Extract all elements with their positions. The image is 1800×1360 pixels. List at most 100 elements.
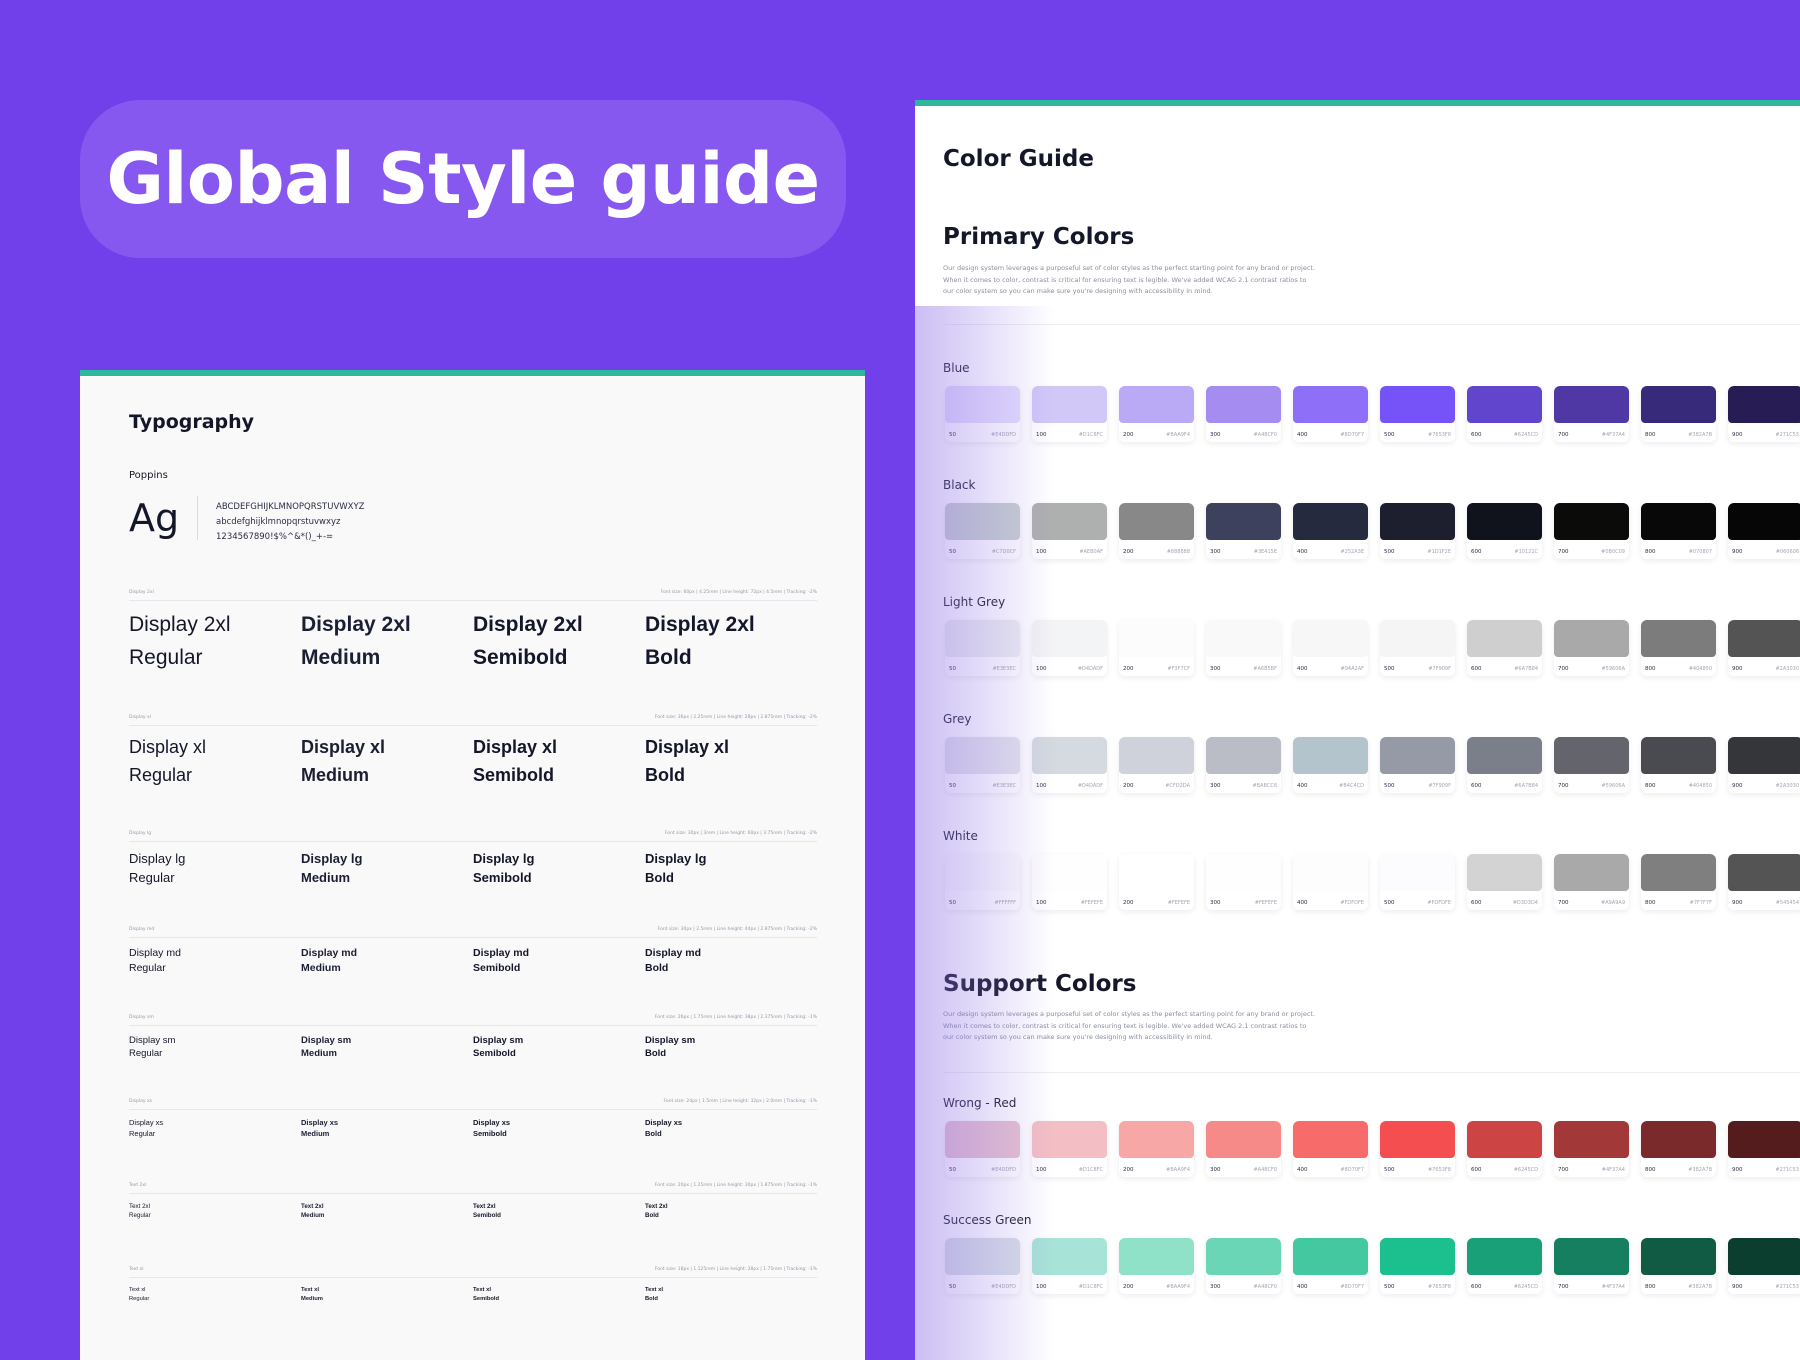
swatch-color-chip	[1641, 737, 1716, 774]
color-swatch[interactable]: 50 #E4DDFD	[945, 1121, 1020, 1177]
color-swatch[interactable]: 400 #8D70F7	[1293, 1121, 1368, 1177]
color-swatch[interactable]: 700 #4F37A4	[1554, 1121, 1629, 1177]
swatch-row: 50 #E3E3EC 100 #D4DADF 200 #CFD2DA 300 #BABCC6 4…	[945, 737, 1800, 793]
description-line: our color system so you can make sure yo…	[943, 1033, 1213, 1041]
type-scale-row: Text 2xl Font size: 20px | 1.25rem | Line…	[129, 1183, 817, 1221]
color-swatch[interactable]: 900 #545454	[1728, 854, 1800, 910]
swatch-hex: #F3F7CF	[1167, 666, 1190, 672]
type-sample-medium: Display lg Medium	[301, 851, 363, 885]
color-swatch[interactable]: 50 #FFFFFF	[945, 854, 1020, 910]
color-swatch[interactable]: 100 #D1C8FC	[1032, 1121, 1107, 1177]
color-swatch[interactable]: 700 #0B0C09	[1554, 503, 1629, 559]
color-swatch[interactable]: 300 #A48CF0	[1206, 1121, 1281, 1177]
color-swatch[interactable]: 200 #BAA9F4	[1119, 1121, 1194, 1177]
color-swatch[interactable]: 300 #BABCC6	[1206, 737, 1281, 793]
color-swatch[interactable]: 400 #94A2AF	[1293, 620, 1368, 676]
color-swatch[interactable]: 600 #6245CD	[1467, 386, 1542, 442]
swatch-step: 50	[949, 783, 956, 789]
type-sample-bold: Text xl Bold	[645, 1287, 663, 1302]
type-sample-semibold: Text xl Semibold	[473, 1287, 500, 1302]
color-swatch[interactable]: 300 #A6B5BF	[1206, 620, 1281, 676]
swatch-hex: #BABCC6	[1252, 783, 1277, 789]
color-swatch[interactable]: 100 #D4DADF	[1032, 620, 1107, 676]
color-swatch[interactable]: 900 #271C53	[1728, 1238, 1800, 1294]
color-swatch[interactable]: 500 #7653F8	[1380, 1121, 1455, 1177]
color-swatch[interactable]: 200 #CFD2DA	[1119, 737, 1194, 793]
color-swatch[interactable]: 700 #59606A	[1554, 620, 1629, 676]
color-swatch[interactable]: 500 #7F909F	[1380, 620, 1455, 676]
color-swatch[interactable]: 50 #E4DDFD	[945, 386, 1020, 442]
color-swatch[interactable]: 50 #E3E3EC	[945, 620, 1020, 676]
swatch-hex: #D1C8FC	[1078, 432, 1103, 438]
support-colors-description: Our design system leverages a purposeful…	[943, 1009, 1343, 1044]
type-sample-semibold: Display lg Semibold	[473, 851, 535, 885]
color-swatch[interactable]: 600 #D3D3D4	[1467, 854, 1542, 910]
swatch-step: 500	[1384, 1167, 1395, 1173]
color-swatch[interactable]: 800 #382A7B	[1641, 1121, 1716, 1177]
color-swatch[interactable]: 300 #A48CF0	[1206, 1238, 1281, 1294]
color-swatch[interactable]: 900 #060606	[1728, 503, 1800, 559]
color-swatch[interactable]: 800 #404850	[1641, 620, 1716, 676]
section-divider	[943, 1072, 1800, 1073]
color-swatch[interactable]: 800 #070807	[1641, 503, 1716, 559]
color-swatch[interactable]: 500 #7F909F	[1380, 737, 1455, 793]
color-swatch[interactable]: 700 #59606A	[1554, 737, 1629, 793]
color-swatch[interactable]: 400 #252A3E	[1293, 503, 1368, 559]
swatch-hex: #D4DADF	[1077, 666, 1103, 672]
color-swatch[interactable]: 500 #FDFDFE	[1380, 854, 1455, 910]
color-swatch[interactable]: 200 #888888	[1119, 503, 1194, 559]
color-swatch[interactable]: 800 #7F7F7F	[1641, 854, 1716, 910]
color-swatch[interactable]: 600 #6245CD	[1467, 1121, 1542, 1177]
swatch-hex: #B4C4CD	[1339, 783, 1364, 789]
color-swatch[interactable]: 300 #A48CF0	[1206, 386, 1281, 442]
swatch-step: 900	[1732, 666, 1743, 672]
swatch-color-chip	[1467, 620, 1542, 657]
color-swatch[interactable]: 300 #3E415E	[1206, 503, 1281, 559]
color-swatch[interactable]: 200 #FEFEFE	[1119, 854, 1194, 910]
swatch-color-chip	[1467, 1238, 1542, 1275]
color-swatch[interactable]: 100 #FEFEFE	[1032, 854, 1107, 910]
color-guide-title: Color Guide	[943, 146, 1094, 172]
type-row-meta: Display lg Font size: 30px | 3rem | Line …	[129, 831, 817, 839]
color-swatch[interactable]: 100 #D1C8FC	[1032, 1238, 1107, 1294]
color-swatch[interactable]: 600 #6245CD	[1467, 1238, 1542, 1294]
color-swatch[interactable]: 600 #6A7B84	[1467, 620, 1542, 676]
color-swatch[interactable]: 50 #C7D0CF	[945, 503, 1020, 559]
color-swatch[interactable]: 50 #E3E3EC	[945, 737, 1020, 793]
color-swatch[interactable]: 200 #BAA9F4	[1119, 386, 1194, 442]
color-swatch[interactable]: 300 #FEFEFE	[1206, 854, 1281, 910]
swatch-color-chip	[945, 1238, 1020, 1275]
color-swatch[interactable]: 900 #2A3030	[1728, 620, 1800, 676]
color-swatch[interactable]: 900 #271C53	[1728, 386, 1800, 442]
swatch-hex: #252A3E	[1340, 549, 1365, 555]
swatch-color-chip	[1380, 1238, 1455, 1275]
color-swatch[interactable]: 900 #2A3030	[1728, 737, 1800, 793]
swatch-step: 50	[949, 900, 956, 906]
color-swatch[interactable]: 500 #1D1F2E	[1380, 503, 1455, 559]
color-swatch[interactable]: 700 #4F37A4	[1554, 1238, 1629, 1294]
color-swatch[interactable]: 100 #D4DADF	[1032, 737, 1107, 793]
color-swatch[interactable]: 200 #F3F7CF	[1119, 620, 1194, 676]
swatch-hex: #545454	[1775, 900, 1799, 906]
color-swatch[interactable]: 700 #A9A9A9	[1554, 854, 1629, 910]
color-swatch[interactable]: 400 #8D70F7	[1293, 386, 1368, 442]
color-swatch[interactable]: 800 #382A7B	[1641, 386, 1716, 442]
color-swatch[interactable]: 700 #4F37A4	[1554, 386, 1629, 442]
color-swatch[interactable]: 900 #271C53	[1728, 1121, 1800, 1177]
color-swatch[interactable]: 800 #404850	[1641, 737, 1716, 793]
color-swatch[interactable]: 200 #BAA9F4	[1119, 1238, 1194, 1294]
type-sample-semibold: Display md Semibold	[473, 947, 530, 975]
color-swatch[interactable]: 50 #E4DDFD	[945, 1238, 1020, 1294]
color-swatch[interactable]: 500 #7653F8	[1380, 386, 1455, 442]
color-swatch[interactable]: 800 #382A7B	[1641, 1238, 1716, 1294]
color-swatch[interactable]: 600 #6A7B84	[1467, 737, 1542, 793]
color-swatch[interactable]: 400 #8D70F7	[1293, 1238, 1368, 1294]
color-swatch[interactable]: 600 #10121C	[1467, 503, 1542, 559]
color-swatch[interactable]: 500 #7653F8	[1380, 1238, 1455, 1294]
swatch-color-chip	[1728, 620, 1800, 657]
swatch-step: 200	[1123, 783, 1134, 789]
color-swatch[interactable]: 100 #AEB0AF	[1032, 503, 1107, 559]
color-swatch[interactable]: 100 #D1C8FC	[1032, 386, 1107, 442]
color-swatch[interactable]: 400 #B4C4CD	[1293, 737, 1368, 793]
color-swatch[interactable]: 400 #FDFDFE	[1293, 854, 1368, 910]
